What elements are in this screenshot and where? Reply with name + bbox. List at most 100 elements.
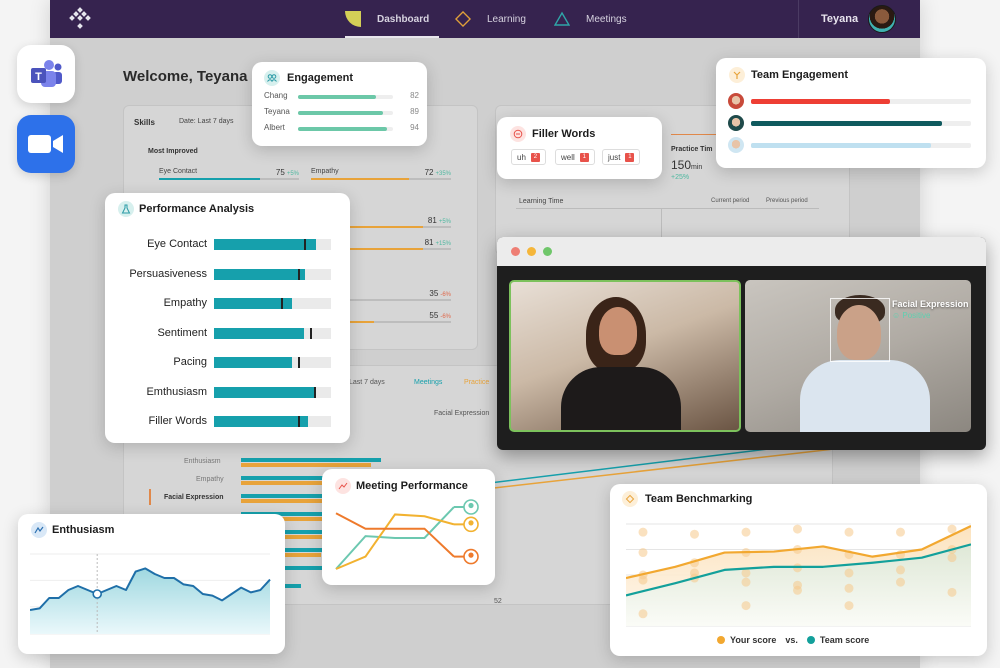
filler-count-badge: 2 [530, 152, 540, 162]
engagement-title: Engagement [287, 72, 354, 84]
triangle-icon [554, 11, 570, 26]
skill-value: 72 +35% [425, 168, 451, 177]
dashboard-icon [345, 11, 361, 27]
performance-label: Sentiment [157, 326, 207, 339]
filler-count-badge: 1 [625, 152, 635, 162]
benchmark-icon [622, 491, 638, 507]
member-avatar[interactable] [728, 93, 744, 109]
enthusiasm-card: Enthusiasm [18, 514, 285, 654]
your-score-swatch [717, 636, 725, 644]
engagement-row: Chang 82 [264, 91, 419, 103]
performance-row: Empathy [105, 297, 350, 310]
benchmark-marker [304, 239, 307, 250]
performance-fill [214, 416, 308, 427]
nav-learning[interactable]: Learning [455, 0, 526, 38]
performance-track [214, 298, 331, 309]
team-benchmarking-card: Team Benchmarking Your score vs. Team sc… [610, 484, 987, 656]
video-tile-speaker[interactable] [509, 280, 741, 432]
engagement-track [298, 95, 393, 99]
legend-current-period: Current period [711, 198, 750, 204]
engagement-name: Albert [264, 123, 285, 132]
engagement-fill [298, 95, 376, 99]
participant-marker-head [468, 502, 474, 509]
skill-delta: +5% [438, 219, 451, 225]
enthusiasm-title: Enthusiasm [52, 524, 115, 536]
close-window-button[interactable] [511, 247, 520, 256]
enthusiasm-chart [30, 553, 271, 635]
user-avatar[interactable] [868, 5, 897, 33]
nav-learning-label: Learning [487, 13, 526, 25]
performance-track [214, 268, 331, 280]
engagement-row: Albert 94 [264, 123, 419, 135]
engagement-track [298, 127, 393, 131]
facial-expression-status: ☺ Positive [892, 311, 931, 320]
team-member-score-dot [844, 583, 854, 593]
most-improved-label: Most Improved [148, 148, 198, 155]
filler-words-title: Filler Words [532, 128, 596, 140]
filler-word: well [561, 152, 575, 162]
team-member-row [728, 137, 978, 153]
member-engagement-fill [751, 121, 943, 126]
performance-label: Persuasiveness [129, 267, 207, 280]
engagement-value: 82 [410, 91, 419, 100]
performance-track [214, 239, 331, 250]
filler-word-chip[interactable]: uh 2 [511, 149, 546, 165]
engagement-name: Teyana [264, 107, 290, 116]
skill-number: 72 [424, 168, 434, 177]
nav-dashboard[interactable]: Dashboard [345, 0, 440, 38]
skill-score-row: Eye Contact 75 +5% [159, 168, 299, 182]
meeting-performance-card: Meeting Performance [322, 469, 495, 585]
meeting-line-teal [335, 506, 455, 570]
benchmark-marker [310, 327, 313, 339]
facial-expression-chart-title: Facial Expression [434, 410, 490, 417]
participant-body [561, 367, 681, 430]
engagement-track [298, 111, 393, 115]
chat-bubble-icon [510, 126, 526, 142]
benchmark-marker [298, 357, 301, 368]
skill-value: 75 +5% [276, 168, 299, 177]
skill-number: 75 [275, 168, 285, 177]
filler-word-chip[interactable]: just 1 [602, 149, 641, 165]
skill-progress-track [311, 178, 451, 180]
benchmark-legend: Your score vs. Team score [717, 635, 869, 645]
minimize-window-button[interactable] [527, 247, 536, 256]
team-member-score-dot [896, 565, 905, 575]
meetings-bar [241, 458, 381, 462]
performance-analysis-card: Performance Analysis Eye Contact Persuasi… [105, 193, 350, 443]
practice-time-value: 150min [671, 158, 702, 172]
team-member-score-dot [896, 527, 905, 537]
skill-delta: -6% [440, 292, 451, 298]
welcome-heading: Welcome, Teyana [123, 68, 248, 85]
zoom-app-icon[interactable] [17, 115, 75, 173]
teams-app-icon[interactable]: T [17, 45, 75, 103]
logo-icon[interactable] [68, 7, 92, 31]
date-filter-2[interactable]: Last 7 days [349, 379, 385, 386]
skill-row-label: Empathy [196, 476, 224, 483]
team-member-score-dot [638, 575, 648, 585]
user-menu[interactable]: Teyana [798, 0, 920, 38]
line-chart-icon [335, 478, 351, 494]
performance-fill [214, 357, 293, 368]
skill-progress-track [159, 178, 299, 180]
performance-row: Persuasiveness [105, 267, 350, 281]
member-avatar[interactable] [728, 115, 744, 131]
nav-meetings[interactable]: Meetings [554, 0, 627, 38]
performance-fill [214, 327, 305, 339]
selected-row-indicator [149, 489, 151, 505]
legend-meetings: Meetings [414, 379, 443, 386]
practice-time-delta: +25% [671, 174, 690, 181]
filler-word-chip[interactable]: well 1 [555, 149, 595, 165]
diamond-icon [455, 11, 471, 27]
member-avatar[interactable] [728, 137, 744, 153]
participant-marker-head [468, 552, 474, 558]
maximize-window-button[interactable] [543, 247, 552, 256]
team-member-score-dot [844, 527, 854, 537]
date-filter[interactable]: Date: Last 7 days [179, 118, 233, 125]
member-engagement-track [751, 99, 971, 104]
window-titlebar [497, 237, 986, 266]
engagement-fill [298, 127, 388, 131]
skill-number: 81 [427, 216, 437, 225]
legend-previous-period: Previous period [766, 198, 808, 204]
team-member-score-dot [793, 585, 802, 595]
filler-count-badge: 1 [579, 152, 589, 162]
